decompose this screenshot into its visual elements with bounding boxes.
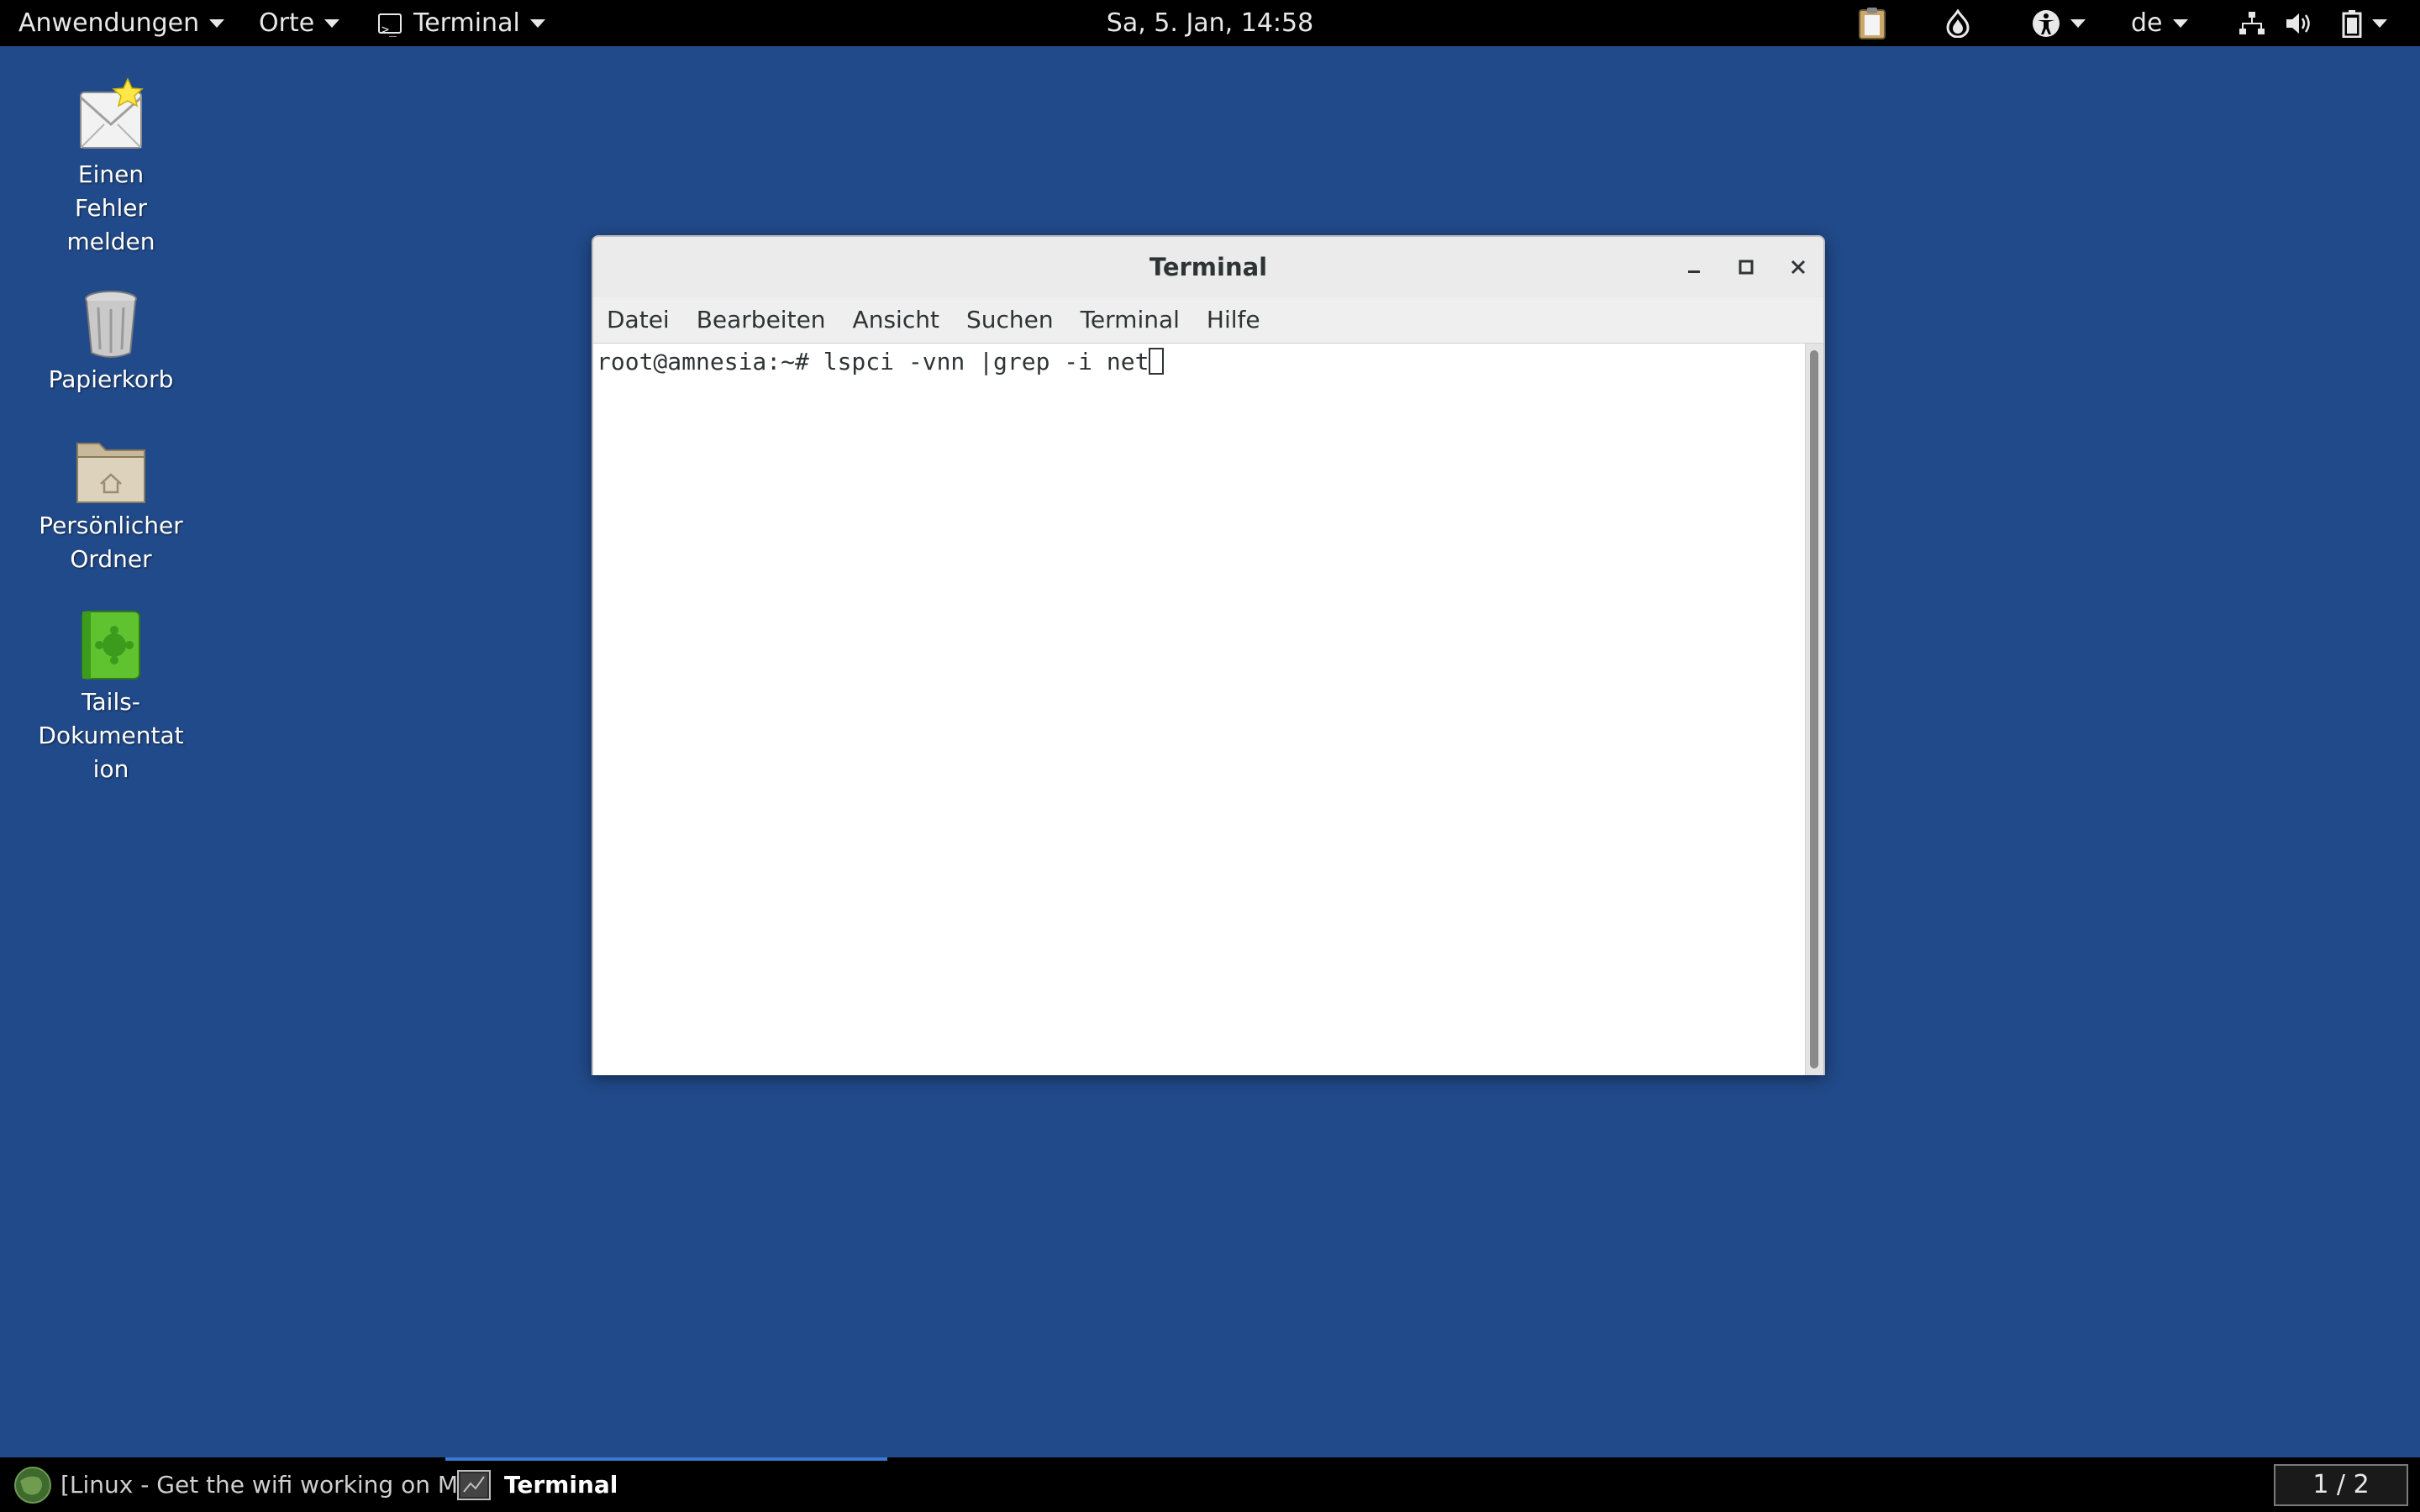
desktop-item-report-bug[interactable]: Einen Fehler melden bbox=[27, 77, 195, 259]
menu-search[interactable]: Suchen bbox=[953, 297, 1067, 343]
active-app-label: Terminal bbox=[413, 8, 520, 38]
home-folder-icon bbox=[76, 443, 145, 503]
tails-docs-icon bbox=[82, 611, 140, 680]
clipboard-icon[interactable] bbox=[1855, 0, 1889, 46]
applications-menu[interactable]: Anwendungen bbox=[18, 0, 225, 46]
chevron-down-icon bbox=[324, 18, 340, 28]
shell-command: lspci -vnn |grep -i net bbox=[823, 348, 1150, 375]
network-icon[interactable] bbox=[2235, 0, 2269, 46]
volume-icon[interactable] bbox=[2282, 0, 2316, 46]
workspace-switcher[interactable]: 1 / 2 bbox=[2274, 1464, 2408, 1506]
task-label: Terminal bbox=[504, 1471, 618, 1499]
chevron-down-icon bbox=[2372, 18, 2387, 28]
scrollbar-thumb[interactable] bbox=[1810, 350, 1818, 1068]
top-panel: Anwendungen Orte Terminal Sa, 5. Jan, 14… bbox=[0, 0, 2420, 53]
window-title: Terminal bbox=[1149, 253, 1268, 281]
chevron-down-icon bbox=[2070, 18, 2086, 28]
window-menubar: Datei Bearbeiten Ansicht Suchen Terminal… bbox=[593, 297, 1823, 344]
menu-edit[interactable]: Bearbeiten bbox=[683, 297, 839, 343]
terminal-command-line: root@amnesia:~# lspci -vnn |grep -i net bbox=[597, 347, 1165, 377]
desktop-item-label: Ordner bbox=[70, 545, 152, 573]
terminal-icon bbox=[457, 1469, 491, 1500]
shell-prompt: root@amnesia:~# bbox=[597, 348, 823, 375]
maximize-icon bbox=[1739, 260, 1754, 275]
report-bug-icon bbox=[80, 77, 144, 149]
desktop-item-label: Tails- bbox=[82, 688, 140, 716]
menu-help[interactable]: Hilfe bbox=[1193, 297, 1274, 343]
tor-browser-icon bbox=[14, 1466, 51, 1504]
desktop-item-label: Persönlicher bbox=[39, 512, 183, 539]
task-label: [Linux - Get the wifi working on M... bbox=[60, 1471, 481, 1499]
places-menu-label: Orte bbox=[259, 8, 315, 38]
terminal-icon bbox=[378, 7, 402, 53]
system-menu[interactable] bbox=[2331, 0, 2398, 46]
maximize-button[interactable] bbox=[1729, 250, 1763, 284]
accessibility-icon bbox=[2033, 9, 2060, 37]
battery-icon bbox=[2342, 9, 2362, 38]
desktop-item-tails-docs[interactable]: Tails- Dokumentat ion bbox=[27, 608, 195, 786]
desktop-item-label: melden bbox=[66, 228, 155, 255]
window-titlebar[interactable]: Terminal bbox=[593, 237, 1823, 298]
desktop-item-label: Einen bbox=[77, 160, 145, 188]
applications-menu-label: Anwendungen bbox=[18, 8, 200, 38]
accessibility-menu[interactable] bbox=[2025, 0, 2092, 46]
desktop-item-home-folder[interactable]: Persönlicher Ordner bbox=[27, 435, 195, 576]
keyboard-layout-menu[interactable]: de bbox=[2131, 0, 2188, 46]
minimize-icon bbox=[1688, 270, 1700, 273]
desktop-item-label: ion bbox=[92, 755, 129, 783]
chevron-down-icon bbox=[209, 18, 225, 28]
places-menu[interactable]: Orte bbox=[259, 0, 340, 46]
task-terminal[interactable]: Terminal bbox=[457, 1457, 618, 1512]
text-cursor bbox=[1149, 348, 1165, 375]
desktop-item-label: Dokumentat bbox=[38, 722, 184, 749]
minimize-button[interactable] bbox=[1677, 250, 1711, 284]
menu-file[interactable]: Datei bbox=[593, 297, 683, 343]
active-app-menu[interactable]: Terminal bbox=[378, 0, 545, 53]
chevron-down-icon bbox=[529, 18, 545, 28]
terminal-output[interactable]: root@amnesia:~# lspci -vnn |grep -i net bbox=[593, 344, 1808, 1075]
terminal-window: Terminal Datei Bearbeiten Ansicht Suchen… bbox=[592, 235, 1825, 1075]
trash-icon bbox=[85, 291, 137, 358]
terminal-scrollbar[interactable] bbox=[1805, 344, 1823, 1075]
menu-terminal[interactable]: Terminal bbox=[1067, 297, 1193, 343]
close-button[interactable] bbox=[1781, 250, 1815, 284]
onion-circuit-icon[interactable] bbox=[1941, 0, 1975, 46]
keyboard-layout-label: de bbox=[2131, 8, 2163, 38]
chevron-down-icon bbox=[2172, 18, 2188, 28]
desktop-item-label: Fehler bbox=[74, 194, 148, 222]
desktop-item-trash[interactable]: Papierkorb bbox=[27, 289, 195, 396]
close-icon bbox=[1791, 260, 1806, 275]
desktop-item-label: Papierkorb bbox=[48, 365, 174, 393]
menu-view[interactable]: Ansicht bbox=[839, 297, 953, 343]
task-browser[interactable]: [Linux - Get the wifi working on M... bbox=[13, 1457, 481, 1512]
bottom-panel: [Linux - Get the wifi working on M... Te… bbox=[0, 1457, 2420, 1512]
